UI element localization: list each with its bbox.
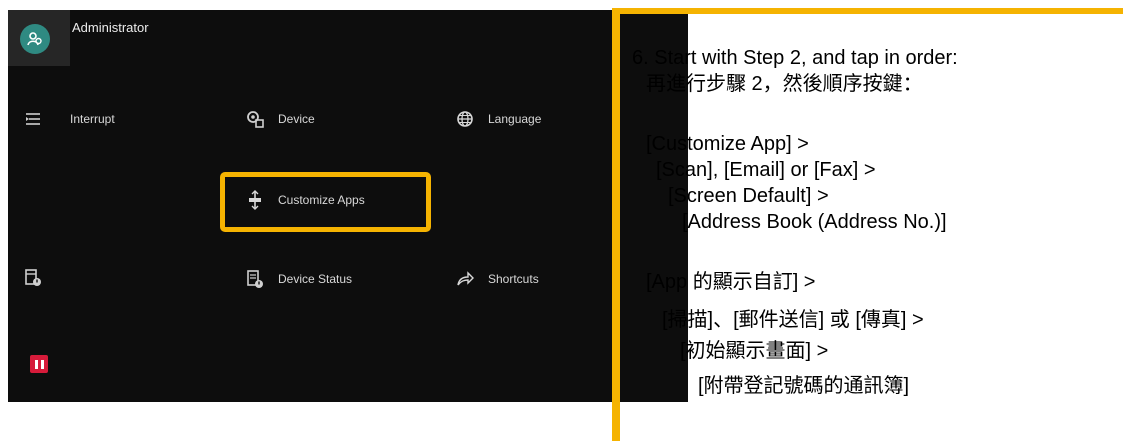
en-line-3: [Screen Default] > (668, 185, 829, 207)
language-label: Language (488, 112, 542, 126)
instruction-top-border (612, 0, 1123, 14)
step-title-zh: 再進行步驟 2，然後順序按鍵： (646, 73, 923, 95)
printer-lock-button[interactable] (22, 266, 44, 288)
interrupt-label: Interrupt (70, 112, 115, 126)
device-button[interactable]: Device (244, 108, 315, 130)
en-line-2: [Scan], [Email] or [Fax] > (656, 159, 876, 181)
user-avatar-icon[interactable] (20, 24, 50, 54)
en-line-1: [Customize App] > (646, 133, 809, 155)
customize-icon (244, 189, 266, 211)
interrupt-button[interactable]: Interrupt (22, 108, 115, 130)
language-button[interactable]: Language (454, 108, 541, 130)
device-icon (244, 108, 266, 130)
printer-lock-icon (22, 266, 44, 288)
shortcuts-button[interactable]: Shortcuts (454, 268, 539, 290)
shortcuts-label: Shortcuts (488, 272, 539, 286)
globe-icon (454, 108, 476, 130)
zh-line-3: [初始顯示畫面] > (680, 340, 829, 362)
customize-apps-label: Customize Apps (278, 193, 365, 207)
zh-line-4: [附帶登記號碼的通訊簿] (698, 375, 910, 397)
instruction-box: 6. Start with Step 2, and tap in order: … (612, 14, 1123, 441)
device-panel: Administrator Interrupt Device Language … (8, 10, 688, 402)
zh-line-2: [掃描]、[郵件送信] 或 [傳真] > (662, 309, 924, 331)
customize-apps-button[interactable]: Customize Apps (244, 189, 365, 211)
en-line-4: [Address Book (Address No.)] (682, 211, 947, 233)
pause-icon[interactable] (30, 355, 48, 373)
zh-line-1: [App 的顯示自訂] > (646, 271, 816, 293)
step-title: 6. Start with Step 2, and tap in order: (632, 47, 958, 69)
share-arrow-icon (454, 268, 476, 290)
device-status-button[interactable]: Device Status (244, 268, 352, 290)
user-label: Administrator (72, 20, 149, 35)
device-status-label: Device Status (278, 272, 353, 286)
user-bar[interactable] (8, 10, 70, 66)
interrupt-icon (22, 108, 44, 130)
device-label: Device (278, 112, 315, 126)
device-status-icon (244, 268, 266, 290)
